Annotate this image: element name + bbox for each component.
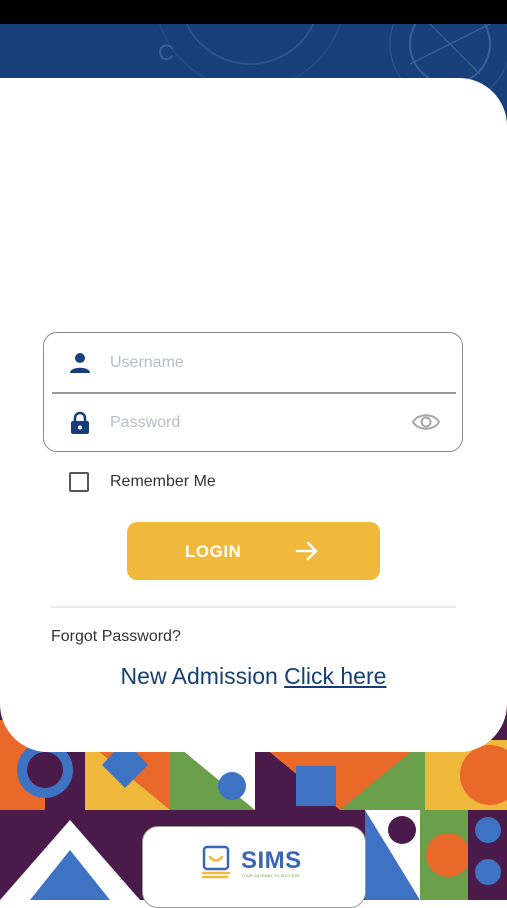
person-icon xyxy=(70,353,90,373)
password-row xyxy=(44,393,462,451)
separator xyxy=(51,606,456,608)
password-input[interactable] xyxy=(108,407,392,439)
username-row xyxy=(44,333,462,391)
username-input[interactable] xyxy=(108,347,392,379)
lock-icon xyxy=(71,411,89,434)
arrow-right-icon xyxy=(295,541,318,561)
status-bar xyxy=(0,0,507,24)
brand-name: SIMS xyxy=(241,847,302,874)
remember-label: Remember Me xyxy=(110,473,216,490)
forgot-password-link[interactable]: Forgot Password? xyxy=(51,628,181,646)
eye-icon[interactable] xyxy=(412,411,440,433)
new-admission: New Admission Click here xyxy=(0,663,507,690)
login-fields-box xyxy=(43,332,463,452)
login-button[interactable]: LOGIN xyxy=(127,522,380,580)
remember-checkbox[interactable] xyxy=(69,472,89,492)
brand-logo-card: SIMS YOUR GATEWAY TO SUCCESS xyxy=(142,826,366,908)
admission-prefix: New Admission xyxy=(120,663,285,689)
login-label: LOGIN xyxy=(185,542,242,561)
admission-click-here-link[interactable]: Click here xyxy=(284,663,386,689)
svg-text:C: C xyxy=(158,40,174,65)
brand-tagline: YOUR GATEWAY TO SUCCESS xyxy=(241,873,300,878)
sims-logo-icon xyxy=(201,845,231,879)
